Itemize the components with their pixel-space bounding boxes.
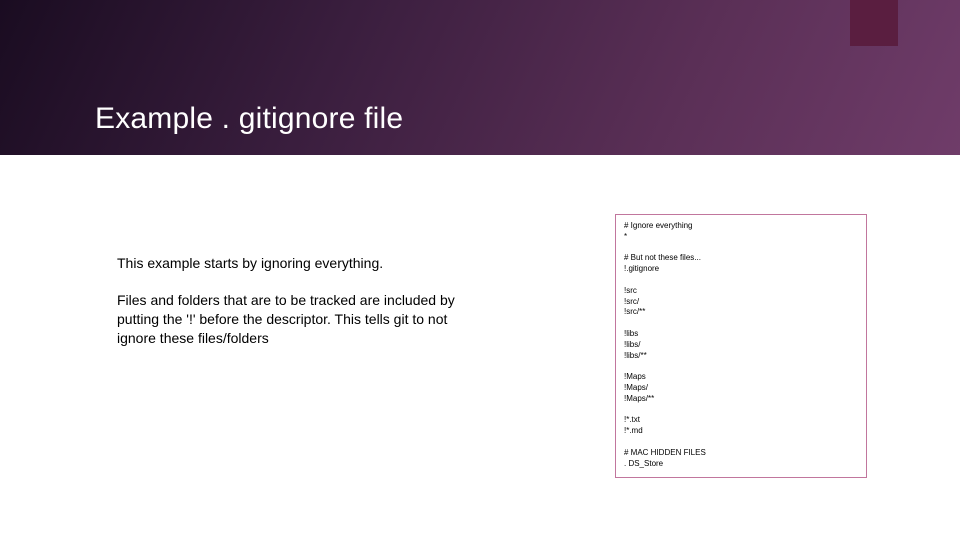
slide: Example . gitignore file This example st… bbox=[0, 0, 960, 540]
body-paragraph-2: Files and folders that are to be tracked… bbox=[117, 291, 477, 348]
gitignore-code-box: # Ignore everything * # But not these fi… bbox=[615, 214, 867, 478]
slide-title: Example . gitignore file bbox=[95, 102, 403, 136]
accent-tab bbox=[850, 0, 898, 46]
gitignore-code: # Ignore everything * # But not these fi… bbox=[624, 221, 858, 469]
body-text: This example starts by ignoring everythi… bbox=[117, 254, 477, 366]
body-paragraph-1: This example starts by ignoring everythi… bbox=[117, 254, 477, 273]
